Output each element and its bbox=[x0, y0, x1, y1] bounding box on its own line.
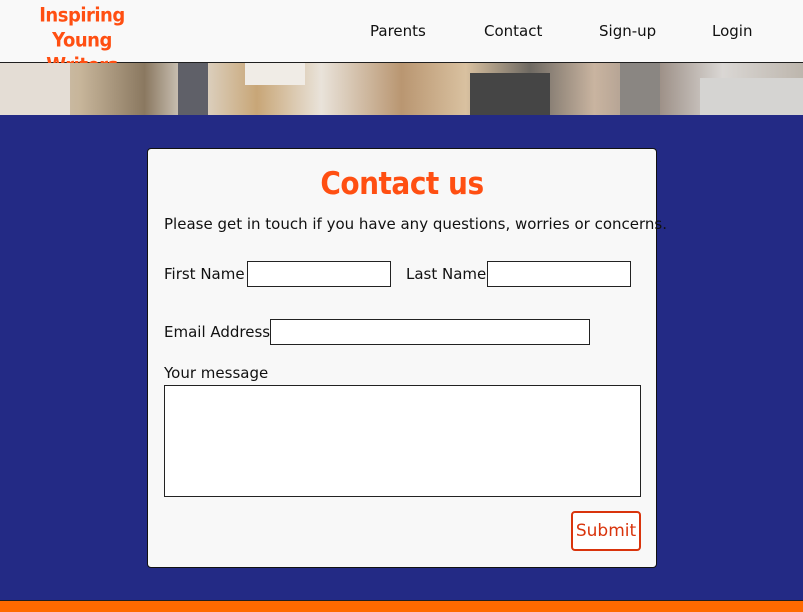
submit-button[interactable]: Submit bbox=[571, 511, 641, 551]
nav-link-parents[interactable]: Parents bbox=[370, 22, 426, 40]
banner-photo-panel bbox=[620, 63, 660, 115]
contact-form-card: Contact us Please get in touch if you ha… bbox=[147, 148, 667, 568]
message-label: Your message bbox=[164, 364, 269, 382]
logo-line-1: Inspiring Young bbox=[39, 4, 125, 52]
site-footer bbox=[0, 600, 803, 612]
hero-banner-image bbox=[0, 63, 803, 115]
last-name-field[interactable] bbox=[487, 261, 631, 287]
first-name-label: First Name bbox=[164, 265, 245, 283]
banner-photo-panel bbox=[0, 63, 70, 115]
laptop-shape bbox=[470, 73, 550, 115]
nav-link-contact[interactable]: Contact bbox=[484, 22, 542, 40]
banner-photo-panel bbox=[245, 63, 305, 85]
banner-photo-panel bbox=[700, 78, 803, 115]
message-textarea[interactable] bbox=[164, 385, 641, 497]
site-header: Inspiring Young Writers Parents Contact … bbox=[0, 0, 803, 77]
contact-intro-text: Please get in touch if you have any ques… bbox=[164, 215, 667, 233]
email-label: Email Address bbox=[164, 323, 271, 341]
nav-link-sign-up[interactable]: Sign-up bbox=[599, 22, 656, 40]
first-name-field[interactable] bbox=[247, 261, 391, 287]
page-title: Contact us bbox=[320, 165, 484, 202]
last-name-label: Last Name bbox=[406, 265, 487, 283]
banner-photo-panel bbox=[178, 63, 208, 115]
nav-link-login[interactable]: Login bbox=[712, 22, 752, 40]
email-field[interactable] bbox=[270, 319, 590, 345]
